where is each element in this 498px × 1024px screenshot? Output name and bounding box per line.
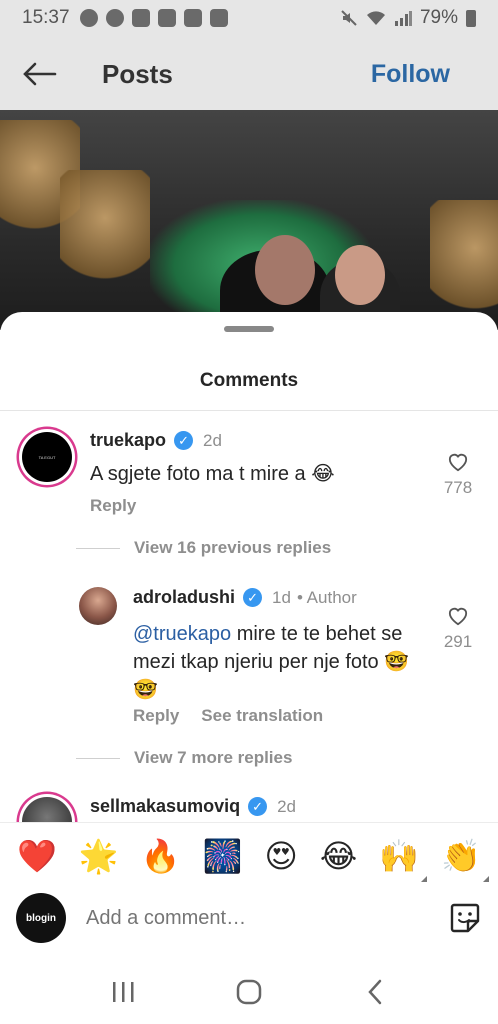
status-bar: 15:37 79% (0, 0, 498, 36)
comment-time: 2d (277, 796, 296, 816)
avatar-label: TA EGUT (38, 455, 56, 460)
facebook-icon (79, 9, 98, 27)
emoji-glyph: 👏 (441, 836, 481, 875)
view-replies-link[interactable]: View 7 more replies (76, 748, 292, 768)
home-icon (236, 979, 262, 1005)
heart-icon[interactable] (447, 452, 469, 472)
see-translation-button[interactable]: See translation (201, 706, 323, 726)
face-shape (255, 235, 315, 305)
heart-emoji-button[interactable]: ❤️ (17, 840, 57, 872)
home-button[interactable] (229, 972, 269, 1012)
post-image (0, 110, 498, 330)
notification-icons (79, 9, 228, 27)
instagram-icon (183, 9, 202, 27)
verified-badge-icon: ✓ (248, 797, 268, 816)
battery-percent: 79% (419, 7, 458, 28)
view-replies-label[interactable]: View 7 more replies (134, 748, 292, 768)
page-title: Posts (102, 58, 173, 89)
more-variants-indicator (482, 875, 489, 882)
comment-time: 2d (203, 430, 222, 450)
divider (0, 410, 498, 411)
laughing-emoji-button[interactable]: 😂 (320, 840, 357, 872)
status-time: 15:37 (22, 7, 70, 28)
battery-icon (466, 9, 476, 27)
mute-icon (341, 10, 357, 26)
comment-body: A sgjete foto ma t mire a 😂 (90, 463, 335, 485)
verified-badge-icon: ✓ (174, 431, 194, 450)
sticker-icon[interactable] (448, 901, 482, 935)
like-control[interactable]: 291 (438, 606, 478, 652)
instagram-icon (157, 9, 176, 27)
divider (76, 757, 120, 759)
system-nav-bar (0, 960, 498, 1024)
face-shape (335, 245, 385, 305)
verified-badge-icon: ✓ (243, 588, 263, 607)
wifi-icon (366, 11, 385, 25)
drag-handle[interactable] (224, 326, 274, 332)
lamp-shape (60, 170, 150, 290)
author-tag: • Author (296, 587, 357, 607)
signal-icon (394, 11, 412, 26)
comment-header: adroladushi ✓ 1d • Author (133, 587, 357, 608)
back-arrow-icon[interactable] (20, 54, 60, 94)
like-control[interactable]: 778 (438, 452, 478, 498)
username[interactable]: truekapo (90, 430, 166, 451)
comment-time: 1d (272, 587, 291, 607)
fire-emoji-button[interactable]: 🔥 (141, 840, 181, 872)
emoji-glyph: 🙌 (379, 836, 420, 875)
avatar[interactable] (79, 587, 117, 625)
like-count: 778 (443, 478, 473, 497)
emoji-bar: ❤️ 🌟 🔥 🎆 😍 😂 🙌 👏 (0, 822, 498, 888)
recent-apps-button[interactable] (103, 972, 143, 1012)
top-nav: Posts Follow (0, 44, 498, 104)
divider (76, 547, 120, 549)
sparkle-emoji-button[interactable]: 🌟 (79, 840, 119, 872)
comment-text: A sgjete foto ma t mire a 😂 (90, 460, 420, 488)
close-box-icon (209, 9, 228, 27)
view-replies-label[interactable]: View 16 previous replies (134, 538, 331, 558)
comment-header: truekapo ✓ 2d (90, 430, 222, 451)
comment-actions: Reply See translation (133, 706, 323, 726)
comment-text: @truekapo mire te te behet se mezi tkap … (133, 620, 433, 704)
lamp-shape (430, 200, 498, 320)
raised-hands-emoji-button[interactable]: 🙌 (379, 836, 428, 882)
back-button[interactable] (355, 972, 395, 1012)
comment-header: sellmakasumoviq ✓ 2d (90, 796, 296, 817)
view-replies-link[interactable]: View 16 previous replies (76, 538, 331, 558)
follow-button[interactable]: Follow (371, 60, 450, 89)
comment-input[interactable] (86, 906, 426, 930)
back-icon (368, 979, 382, 1005)
comment-input-bar: blogin (0, 888, 498, 948)
more-variants-indicator (421, 875, 428, 882)
sheet-title: Comments (199, 370, 299, 391)
comment-actions: Reply (90, 496, 136, 516)
heart-eyes-emoji-button[interactable]: 😍 (264, 840, 297, 872)
recent-apps-icon (113, 982, 134, 1002)
instagram-icon (131, 9, 150, 27)
reply-button[interactable]: Reply (90, 496, 136, 516)
fireworks-emoji-button[interactable]: 🎆 (203, 840, 243, 872)
clap-emoji-button[interactable]: 👏 (441, 836, 489, 882)
avatar[interactable]: TA EGUT (22, 432, 72, 482)
mention-link[interactable]: @truekapo (133, 623, 231, 645)
username[interactable]: sellmakasumoviq (90, 796, 240, 817)
my-avatar: blogin (16, 893, 66, 943)
facebook-icon (105, 9, 124, 27)
like-count: 291 (443, 632, 473, 651)
username[interactable]: adroladushi (133, 587, 235, 608)
reply-button[interactable]: Reply (133, 706, 179, 726)
heart-icon[interactable] (447, 606, 469, 626)
